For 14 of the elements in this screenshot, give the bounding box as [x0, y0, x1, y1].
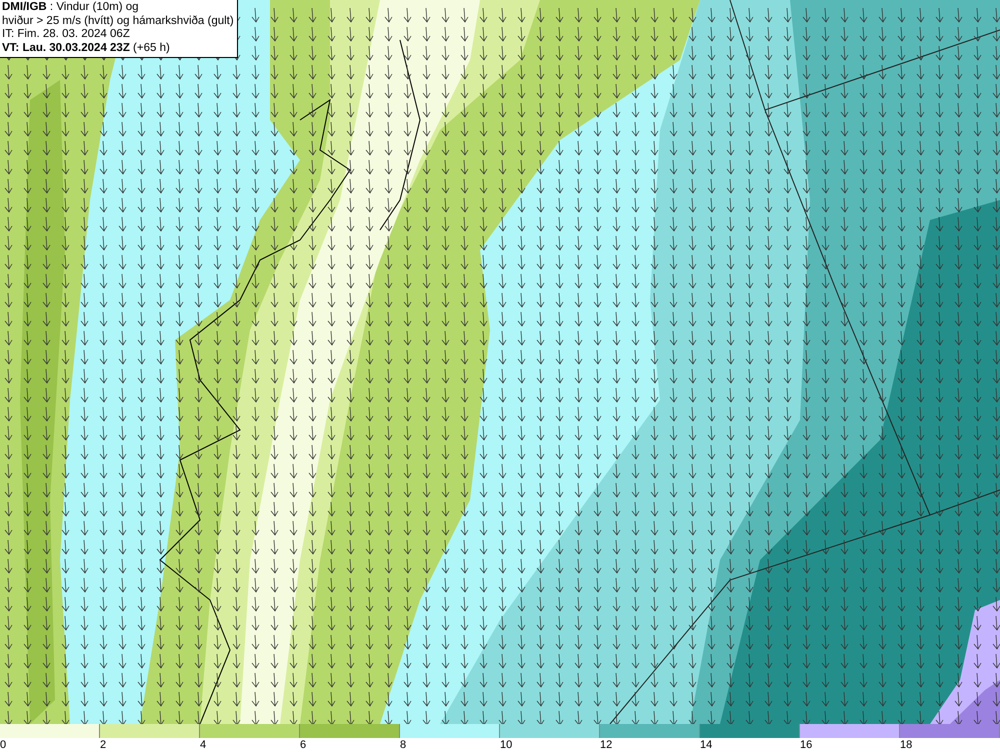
legend-label: 6: [300, 738, 306, 752]
info-text: IT: Fim. 28. 03. 2024 06Z: [2, 28, 131, 42]
legend-label: 18: [900, 738, 912, 752]
legend-label: 2: [100, 738, 106, 752]
legend-label: 16: [800, 738, 812, 752]
legend-label: 12: [600, 738, 612, 752]
info-text: VT: Lau. 30.03.2024 23Z (+65 h): [2, 42, 171, 55]
legend-label: 10: [500, 738, 512, 752]
legend-label: 14: [700, 738, 712, 752]
info-text: hviður > 25 m/s (hvítt) og hámarkshviða (gult): [2, 14, 234, 28]
legend-label: 4: [200, 738, 206, 752]
legend-label: 0: [0, 738, 6, 752]
info-text: DMI/IGB : Vindur (10m) og: [2, 1, 140, 14]
legend-label: 8: [400, 738, 406, 752]
